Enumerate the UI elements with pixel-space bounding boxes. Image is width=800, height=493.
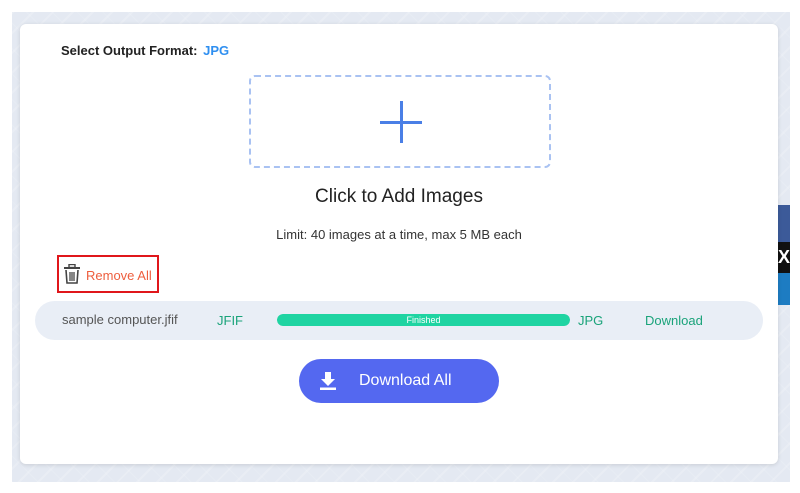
converter-panel: Select Output Format: JPG Click to Add I… bbox=[20, 24, 778, 464]
trash-icon bbox=[64, 264, 80, 284]
source-format: JFIF bbox=[217, 313, 243, 328]
download-link[interactable]: Download bbox=[645, 313, 703, 328]
target-format: JPG bbox=[578, 313, 604, 328]
add-images-dropzone[interactable] bbox=[249, 75, 551, 168]
progress-status: Finished bbox=[406, 315, 441, 325]
output-format-value[interactable]: JPG bbox=[203, 43, 229, 58]
conversion-progress-bar: Finished bbox=[277, 314, 570, 326]
output-format-label: Select Output Format: bbox=[61, 43, 198, 58]
upload-limit-text: Limit: 40 images at a time, max 5 MB eac… bbox=[276, 227, 522, 242]
side-share-facebook[interactable] bbox=[777, 205, 790, 242]
file-name: sample computer.jfif bbox=[62, 312, 178, 327]
download-all-button[interactable]: Download All bbox=[299, 359, 499, 403]
add-images-title[interactable]: Click to Add Images bbox=[20, 186, 778, 208]
remove-all-button[interactable]: Remove All bbox=[57, 255, 159, 293]
download-all-label: Download All bbox=[359, 372, 452, 389]
output-format-selector[interactable]: Select Output Format: JPG bbox=[61, 43, 229, 58]
remove-all-label: Remove All bbox=[86, 268, 152, 283]
side-share-linkedin[interactable] bbox=[777, 273, 790, 305]
download-icon bbox=[320, 372, 336, 390]
file-row: sample computer.jfif JFIF Finished JPG D… bbox=[35, 301, 763, 340]
plus-icon bbox=[380, 101, 422, 143]
side-x-glyph: X bbox=[778, 247, 791, 267]
